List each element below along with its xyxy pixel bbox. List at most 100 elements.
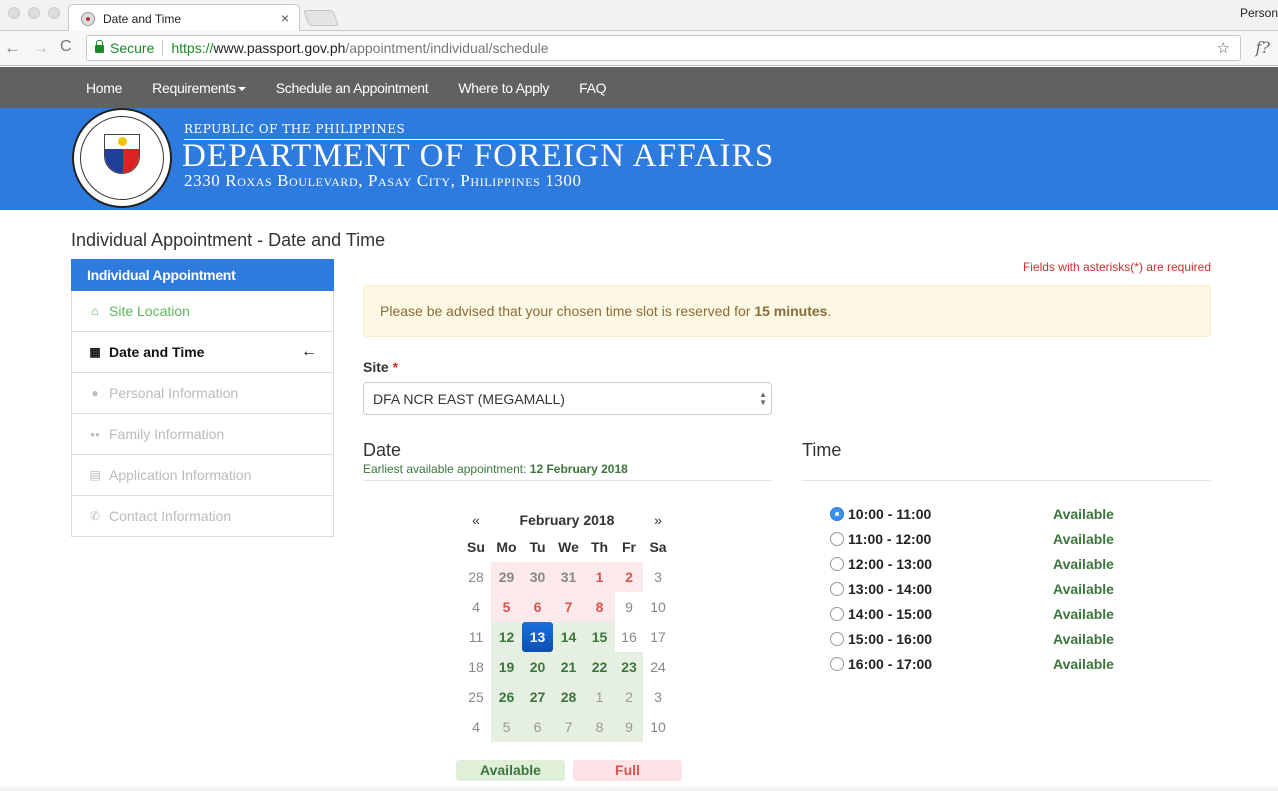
profile-button[interactable]: Person [1240, 6, 1278, 20]
sidebar-header: Individual Appointment [71, 259, 334, 291]
next-month-button[interactable]: » [643, 512, 673, 528]
time-slot-radio[interactable] [830, 656, 844, 671]
reload-icon[interactable]: C [60, 38, 72, 56]
calendar-day: 4 [472, 719, 480, 735]
calendar-day: 7 [553, 712, 584, 742]
time-slot-radio[interactable] [830, 531, 844, 546]
minimize-window-button[interactable] [28, 7, 40, 19]
calendar-day[interactable]: 22 [584, 652, 615, 682]
close-window-button[interactable] [8, 7, 20, 19]
bookmark-star-icon[interactable]: ☆ [1217, 39, 1230, 57]
time-slot-radio[interactable] [830, 581, 844, 596]
nav-requirements[interactable]: Requirements [152, 80, 246, 96]
time-slot-range: 12:00 - 13:00 [848, 555, 933, 572]
site-select[interactable]: DFA NCR EAST (MEGAMALL) ▲ ▼ [363, 382, 772, 415]
time-slot-radio[interactable] [830, 506, 844, 521]
calendar-day: 6 [522, 712, 553, 742]
time-slot-row[interactable]: 11:00 - 12:00 Available [830, 526, 1130, 551]
tab-close-icon[interactable]: × [281, 10, 289, 26]
sidebar-item-personal-information[interactable]: ● Personal Information [71, 373, 334, 414]
time-slot-status: Available [1053, 580, 1114, 597]
calendar-day: 8 [584, 592, 615, 622]
calendar-day[interactable]: 27 [522, 682, 553, 712]
prev-month-button[interactable]: « [461, 512, 491, 528]
calendar-day: 1 [584, 562, 615, 592]
time-slot-row[interactable]: 14:00 - 15:00 Available [830, 601, 1130, 626]
calendar-day: 2 [615, 682, 643, 712]
time-slot-row[interactable]: 15:00 - 16:00 Available [830, 626, 1130, 651]
date-picker: « February 2018 » Su Mo Tu We Th Fr Sa 28 29 30 31… [461, 508, 673, 742]
browser-tab[interactable]: Date and Time × [68, 4, 300, 32]
legend-available: Available [456, 760, 565, 781]
sidebar-item-date-and-time[interactable]: ▦ Date and Time ← [71, 332, 334, 373]
sidebar-item-application-information[interactable]: ▤ Application Information [71, 455, 334, 496]
calendar-day[interactable]: 20 [522, 652, 553, 682]
time-slot-radio[interactable] [830, 606, 844, 621]
sun-icon [105, 135, 139, 149]
time-slot-status: Available [1053, 555, 1114, 572]
calendar-day[interactable]: 19 [491, 652, 522, 682]
time-slot-status: Available [1053, 505, 1114, 522]
new-tab-button[interactable] [303, 10, 339, 26]
calendar-day[interactable]: 28 [553, 682, 584, 712]
calendar-day[interactable]: 21 [553, 652, 584, 682]
time-slot-status: Available [1053, 605, 1114, 622]
time-slot-row[interactable]: 13:00 - 14:00 Available [830, 576, 1130, 601]
back-icon[interactable]: ← [4, 38, 21, 58]
calendar-day[interactable]: 26 [491, 682, 522, 712]
calendar-day-selected[interactable]: 13 [522, 622, 553, 652]
legend-full: Full [573, 760, 682, 781]
sidebar-item-label: Contact Information [109, 508, 232, 524]
maximize-window-button[interactable] [48, 7, 60, 19]
calendar-day[interactable]: 23 [615, 652, 643, 682]
calendar-month[interactable]: February 2018 [491, 512, 643, 528]
extension-icon[interactable]: f? [1256, 38, 1271, 57]
time-slot-range: 13:00 - 14:00 [848, 580, 933, 597]
banner-title: DEPARTMENT OF FOREIGN AFFAIRS [182, 138, 775, 174]
calendar-day: 31 [553, 562, 584, 592]
nav-schedule[interactable]: Schedule an Appointment [276, 80, 429, 96]
time-slot-status: Available [1053, 630, 1114, 647]
nav-faq[interactable]: FAQ [579, 80, 606, 96]
weekday-header: Fr [622, 539, 636, 555]
tab-title: Date and Time [103, 11, 182, 26]
lock-icon [95, 40, 104, 53]
date-divider [363, 480, 772, 481]
sidebar-item-contact-information[interactable]: ✆ Contact Information [71, 496, 334, 537]
weekday-header: Th [590, 539, 609, 555]
url-bar[interactable]: Secure https://www.passport.gov.ph/appoi… [86, 35, 1241, 61]
calendar-day: 16 [621, 629, 637, 645]
calendar-day: 9 [615, 712, 643, 742]
forward-icon[interactable]: → [32, 38, 49, 58]
sidebar-item-label: Application Information [109, 467, 252, 483]
earliest-appointment: Earliest available appointment: 12 Febru… [363, 462, 628, 476]
user-icon: ● [91, 386, 99, 400]
users-icon: ●● [90, 429, 100, 439]
nav-where-to-apply[interactable]: Where to Apply [458, 80, 549, 96]
calendar-day[interactable]: 12 [491, 622, 522, 652]
nav-home[interactable]: Home [86, 80, 122, 96]
sidebar-item-family-information[interactable]: ●● Family Information [71, 414, 334, 455]
calendar-day: 5 [491, 712, 522, 742]
sidebar-item-label: Personal Information [109, 385, 239, 401]
calendar-day: 28 [468, 569, 484, 585]
time-slot-row[interactable]: 16:00 - 17:00 Available [830, 651, 1130, 676]
calendar-day: 25 [468, 689, 484, 705]
sidebar-item-label: Family Information [109, 426, 225, 442]
site-label-text: Site [363, 359, 389, 375]
banner-address: 2330 Roxas Boulevard, Pasay City, Philip… [184, 171, 582, 190]
arrow-left-icon: ← [301, 343, 317, 360]
time-slot-row[interactable]: 10:00 - 11:00 Available [830, 501, 1130, 526]
earliest-value: 12 February 2018 [529, 462, 628, 476]
seal-shield [104, 134, 140, 174]
dfa-seal-logo[interactable] [72, 108, 172, 208]
calendar-day[interactable]: 14 [553, 622, 584, 652]
time-slot-radio[interactable] [830, 556, 844, 571]
weekday-header: Tu [529, 539, 546, 555]
sidebar-item-site-location[interactable]: ⌂ Site Location [71, 291, 334, 332]
time-slot-radio[interactable] [830, 631, 844, 646]
home-icon: ⌂ [91, 304, 99, 318]
calendar-day[interactable]: 15 [584, 622, 615, 652]
page-bottom-edge [0, 785, 1278, 791]
time-slot-row[interactable]: 12:00 - 13:00 Available [830, 551, 1130, 576]
